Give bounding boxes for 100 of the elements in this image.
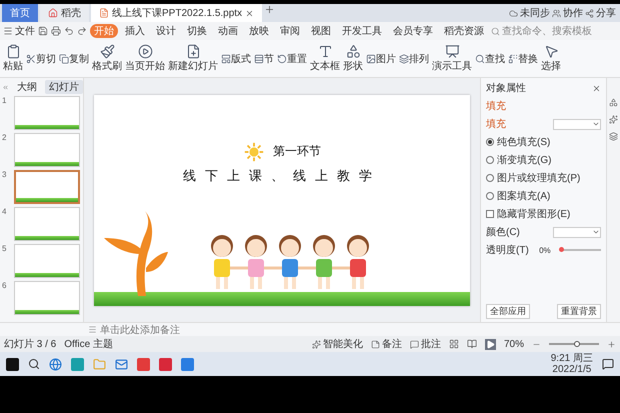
- slide-number: 5: [2, 244, 8, 253]
- redo-icon: [77, 26, 87, 36]
- zoom-thumb[interactable]: [574, 341, 580, 347]
- menu-tab[interactable]: 插入: [121, 24, 149, 38]
- scissors-icon: [26, 54, 36, 64]
- fill-section-title: 填充: [486, 118, 506, 131]
- file-menu[interactable]: 文件: [3, 24, 35, 38]
- status-action[interactable]: 备注: [370, 337, 402, 351]
- ribbon-button[interactable]: 替换: [507, 50, 539, 66]
- image-icon: [366, 54, 376, 64]
- slide-number: 2: [2, 133, 8, 142]
- radio-option[interactable]: 图案填充(A): [486, 189, 601, 203]
- grass-drawing: [15, 236, 79, 240]
- menu-tab[interactable]: 开发工具: [338, 24, 386, 38]
- menu-tab[interactable]: 稻壳资源: [440, 24, 488, 38]
- ribbon-button[interactable]: 复制: [58, 50, 90, 66]
- mail-icon[interactable]: [115, 358, 128, 370]
- ribbon-button[interactable]: 文本框: [309, 43, 341, 74]
- search-icon[interactable]: [28, 358, 40, 370]
- people-icon: [552, 8, 561, 18]
- ribbon-button[interactable]: 当页开始: [124, 43, 166, 74]
- clipboard-icon: [6, 44, 20, 59]
- radio-button[interactable]: [486, 192, 494, 200]
- ribbon-button[interactable]: 选择: [540, 43, 562, 74]
- note-icon: [370, 340, 380, 348]
- play-circle-icon: [138, 44, 152, 59]
- ribbon-button[interactable]: 节: [253, 50, 275, 66]
- app-tab[interactable]: 线上线下课PPT2022.1.5.pptx: [91, 4, 262, 22]
- status-action[interactable]: 智能美化: [312, 337, 363, 351]
- menu-tab[interactable]: 动画: [214, 24, 242, 38]
- ribbon-button[interactable]: 演示工具: [431, 43, 473, 74]
- ribbon-button[interactable]: 查找: [474, 50, 506, 66]
- notification-icon[interactable]: [602, 358, 614, 370]
- text-box-icon: [318, 44, 332, 59]
- ribbon-button[interactable]: 排列: [398, 50, 430, 66]
- sun-icon: [243, 140, 265, 162]
- radio-option[interactable]: 纯色填充(S): [486, 135, 601, 149]
- slide-thumbnail[interactable]: [14, 244, 80, 278]
- shapes-icon: [609, 98, 618, 107]
- toolbar-action[interactable]: 未同步: [509, 4, 550, 22]
- collapse-icon: [2, 82, 9, 92]
- globe-icon[interactable]: [49, 358, 62, 370]
- checkbox-option[interactable]: 隐藏背景图形(E): [486, 207, 601, 221]
- ribbon-button[interactable]: 粘贴: [2, 43, 24, 74]
- grass-drawing: [15, 125, 79, 129]
- slide-thumbnail[interactable]: [14, 170, 80, 204]
- shapes-icon: [346, 44, 360, 59]
- comment-icon: [410, 340, 419, 348]
- cloud-icon: [509, 8, 518, 18]
- slide-thumbnail[interactable]: [14, 133, 80, 167]
- menu-tab[interactable]: 视图: [307, 24, 335, 38]
- menu-tab[interactable]: 切换: [183, 24, 211, 38]
- radio-button[interactable]: [486, 138, 494, 146]
- ribbon-button[interactable]: 剪切: [25, 50, 57, 66]
- radio-button[interactable]: [486, 156, 494, 164]
- radio-button[interactable]: [486, 174, 494, 182]
- panel-tab[interactable]: 大纲: [13, 80, 41, 94]
- slide-counter: 幻灯片 3 / 6: [4, 338, 56, 351]
- slider-thumb[interactable]: [559, 247, 564, 252]
- menu-icon: [3, 26, 13, 36]
- panel-button[interactable]: 重置背景: [557, 304, 601, 319]
- radio-option[interactable]: 图片或纹理填充(P): [486, 171, 601, 185]
- radio-option[interactable]: 渐变填充(G): [486, 153, 601, 167]
- fill-tab[interactable]: 填充: [486, 99, 601, 113]
- grass-drawing: [16, 198, 78, 202]
- status-action[interactable]: 批注: [410, 337, 441, 351]
- toolbar-action[interactable]: 分享: [585, 4, 616, 22]
- menu-tab[interactable]: 会员专享: [389, 24, 437, 38]
- color-dropdown[interactable]: [553, 226, 601, 238]
- ribbon-button[interactable]: 新建幻灯片: [167, 43, 219, 74]
- app-tab[interactable]: 稻壳: [40, 4, 89, 22]
- ribbon-button[interactable]: 形状: [342, 43, 364, 74]
- slide-thumbnail[interactable]: [14, 96, 80, 130]
- section-icon: [254, 54, 264, 64]
- menu-tab[interactable]: 审阅: [276, 24, 304, 38]
- toolbar-action[interactable]: 协作: [552, 4, 583, 22]
- grid-view-icon: [448, 339, 459, 349]
- slide-thumbnail[interactable]: [14, 281, 80, 315]
- checkbox[interactable]: [486, 210, 494, 218]
- sparkles-icon: [312, 340, 321, 348]
- panel-button[interactable]: 全部应用: [486, 304, 530, 319]
- ribbon-button[interactable]: 格式刷: [91, 43, 123, 74]
- menu-tab[interactable]: 设计: [152, 24, 180, 38]
- app-tab[interactable]: 首页: [2, 4, 38, 22]
- paintbrush-icon: [100, 44, 114, 59]
- close-icon: [592, 84, 601, 92]
- slide-thumbnail[interactable]: [14, 207, 80, 241]
- play-icon[interactable]: [484, 338, 496, 350]
- save-icon: [38, 26, 48, 36]
- ribbon-button[interactable]: 重置: [276, 50, 308, 66]
- ribbon-button[interactable]: 图片: [365, 50, 397, 66]
- slide-number: 1: [2, 96, 8, 105]
- grass-drawing: [15, 273, 79, 277]
- reset-icon: [277, 54, 287, 64]
- menu-tab[interactable]: 放映: [245, 24, 273, 38]
- ribbon-button[interactable]: 版式: [220, 50, 252, 66]
- panel-tab[interactable]: 幻灯片: [45, 80, 83, 94]
- taskbar-clock[interactable]: 9:21 周三 2022/1/5: [550, 353, 593, 375]
- caret-icon: [592, 120, 600, 128]
- reading-view-icon: [466, 339, 477, 349]
